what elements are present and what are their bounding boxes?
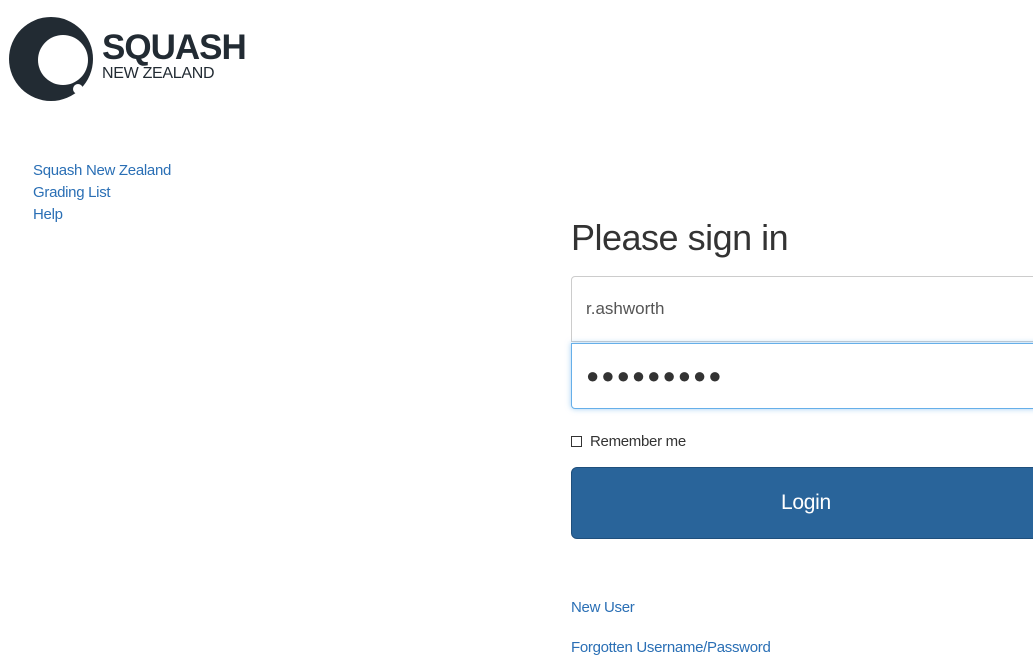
username-input[interactable]: r.ashworth (571, 276, 1033, 342)
nav-link-squash-new-zealand[interactable]: Squash New Zealand (33, 160, 171, 182)
squash-logo-icon (9, 17, 93, 101)
password-input[interactable]: ●●●●●●●●● (571, 343, 1033, 409)
nav-link-help[interactable]: Help (33, 204, 171, 226)
squash-nz-logo[interactable]: SQUASH NEW ZEALAND (8, 16, 247, 102)
new-user-link[interactable]: New User (571, 598, 771, 618)
remember-me-row[interactable]: Remember me (571, 431, 1033, 451)
logo-wordmark: SQUASH NEW ZEALAND (102, 28, 247, 82)
signin-form: Please sign in r.ashworth ●●●●●●●●● Reme… (571, 212, 1033, 539)
signin-heading: Please sign in (571, 217, 789, 258)
account-links: New User Forgotten Username/Password (571, 598, 771, 658)
page: SQUASH NEW ZEALAND Squash New Zealand Gr… (0, 0, 1033, 663)
forgotten-credentials-link[interactable]: Forgotten Username/Password (571, 638, 771, 658)
logo-subtitle: NEW ZEALAND (102, 65, 215, 82)
logo-title: SQUASH (102, 28, 247, 67)
remember-me-checkbox[interactable] (571, 435, 582, 447)
login-button[interactable]: Login (571, 467, 1033, 539)
nav-link-grading-list[interactable]: Grading List (33, 182, 171, 204)
remember-me-label[interactable]: Remember me (590, 433, 686, 450)
side-nav: Squash New Zealand Grading List Help (33, 160, 171, 226)
